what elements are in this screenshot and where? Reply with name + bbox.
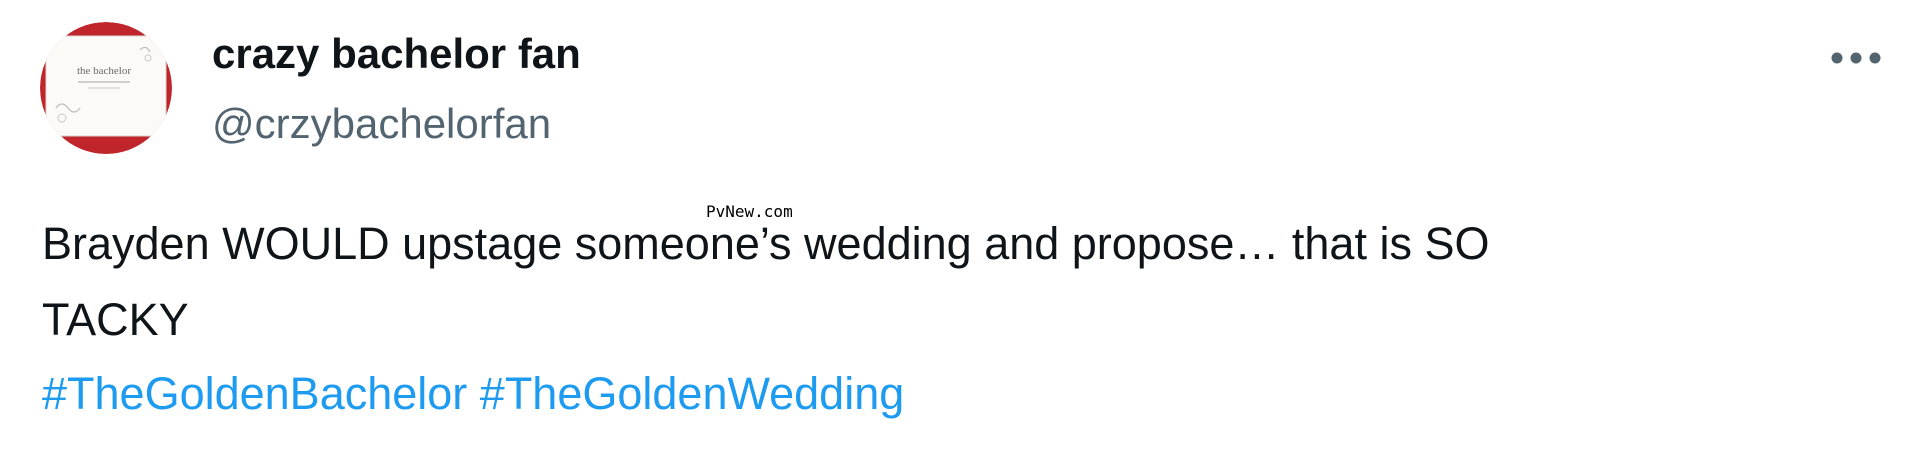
hashtag-link[interactable]: #TheGoldenBachelor [42,368,467,419]
hashtag-list: #TheGoldenBachelor #TheGoldenWedding [42,356,904,432]
hashtag-link[interactable]: #TheGoldenWedding [480,368,904,419]
more-options-button[interactable] [1826,38,1886,78]
display-name[interactable]: crazy bachelor fan [212,28,581,80]
avatar-image: the bachelor [40,22,172,154]
watermark-text: PvNew.com [706,202,793,221]
tweet-text-line: TACKY [42,294,189,345]
avatar-text: the bachelor [77,65,131,77]
more-horizontal-icon [1831,52,1881,64]
tweet-text: Brayden WOULD upstage someone’s wedding … [42,206,1882,358]
user-handle[interactable]: @crzybachelorfan [212,98,551,150]
tweet-text-line: Brayden WOULD upstage someone’s wedding … [42,218,1490,269]
tweet-card[interactable]: the bachelor crazy bachelor fan @crzybac… [0,0,1920,460]
avatar[interactable]: the bachelor [40,22,172,154]
